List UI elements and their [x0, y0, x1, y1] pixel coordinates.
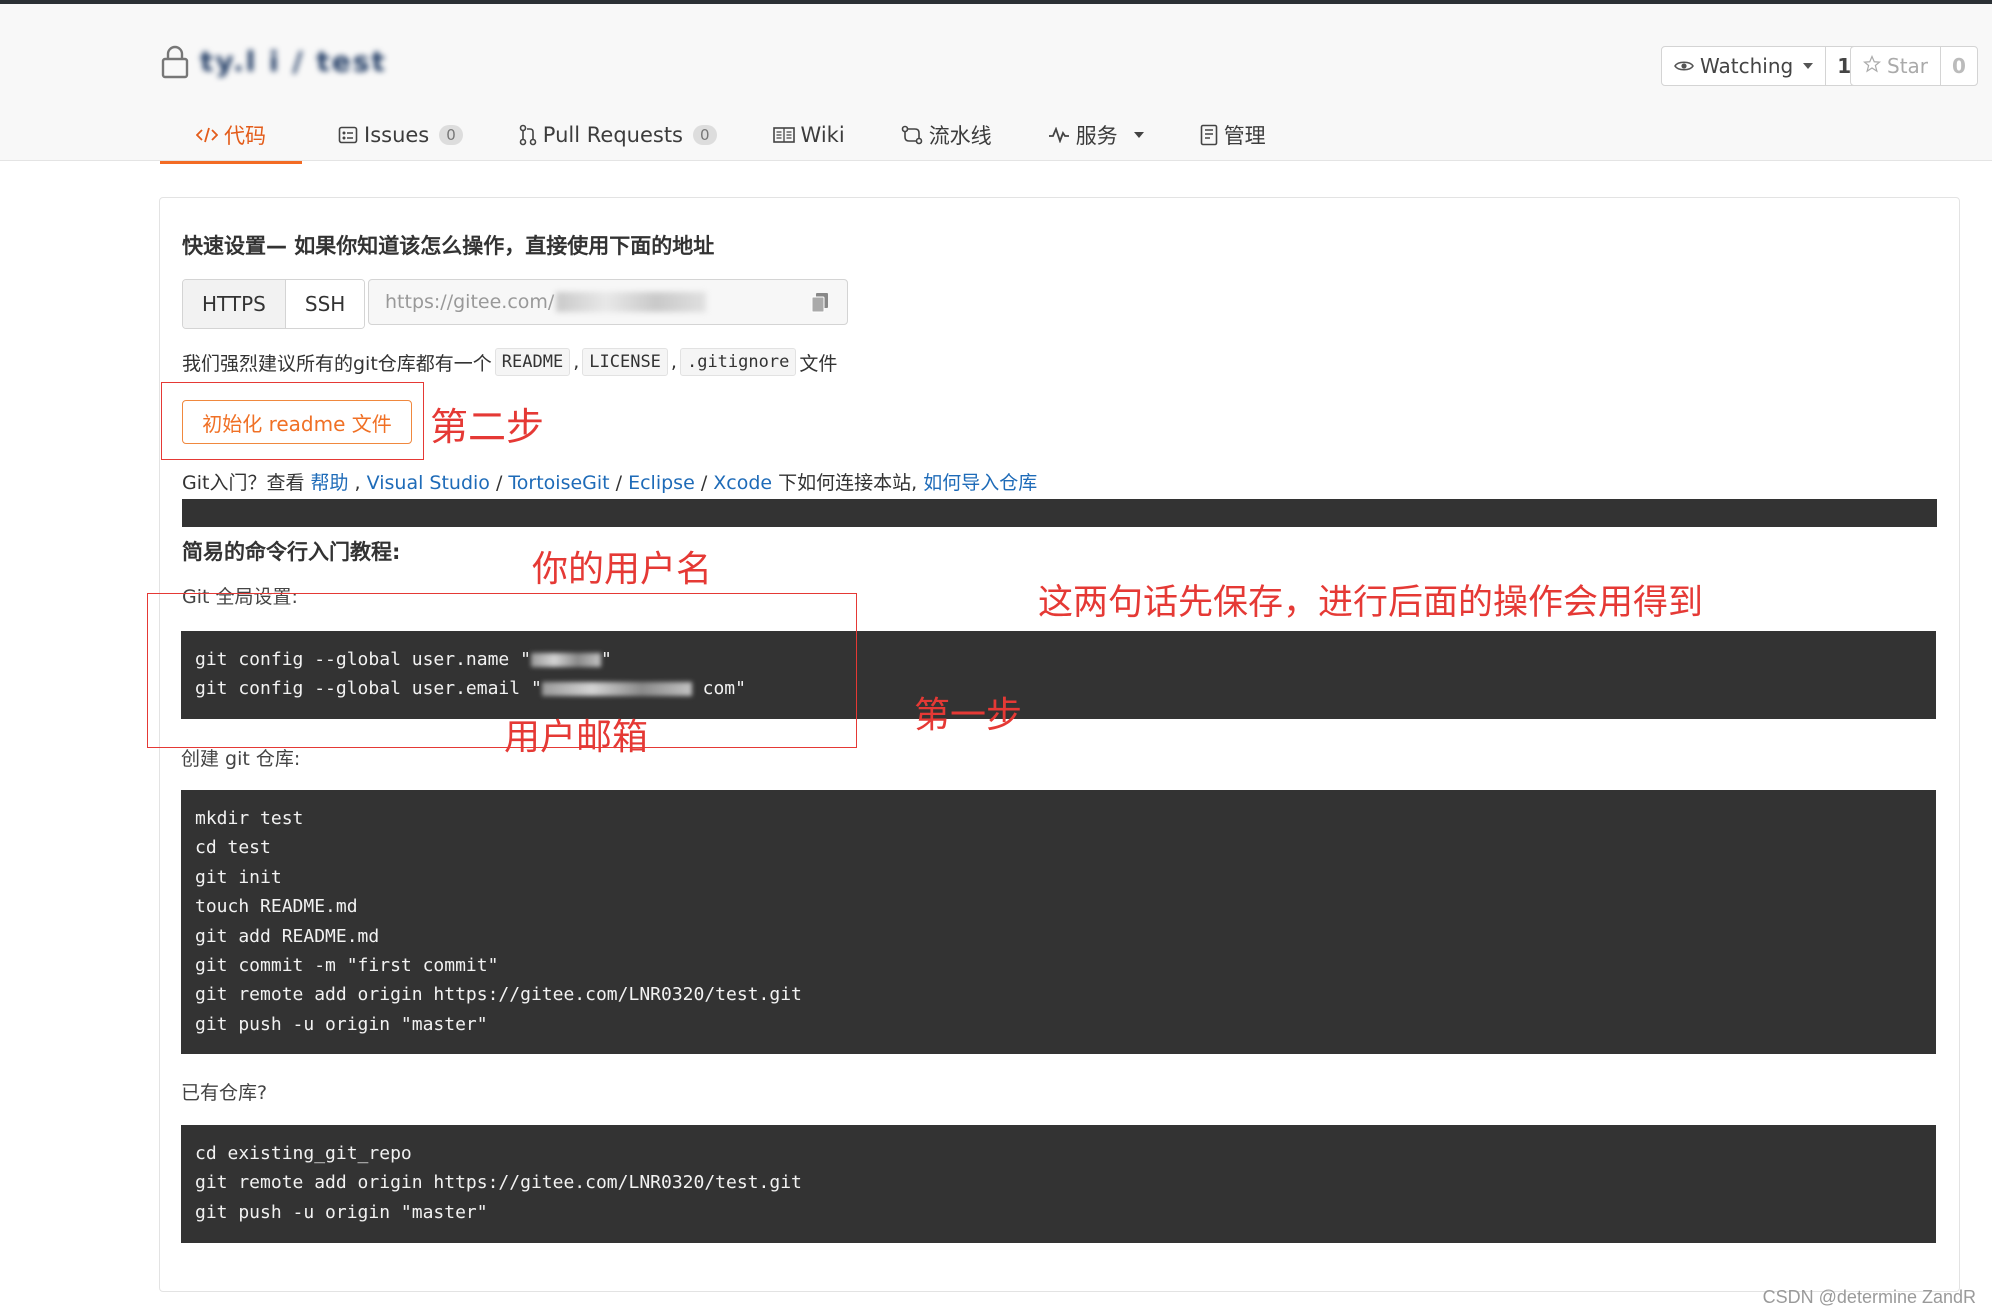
help-link[interactable]: 帮助	[311, 472, 349, 494]
tab-label: Pull Requests	[542, 122, 683, 147]
annotation-box-init-readme	[161, 382, 424, 460]
lock-icon	[160, 44, 190, 80]
annotation-step2: 第二步	[430, 405, 545, 449]
tab-code[interactable]: 代码	[160, 108, 302, 164]
tab-services[interactable]: 服务	[1032, 108, 1160, 161]
eclipse-link[interactable]: Eclipse	[628, 472, 695, 494]
annotation-email: 用户邮箱	[504, 717, 649, 758]
tab-issues[interactable]: Issues 0	[322, 108, 479, 161]
annotation-box-global-config	[147, 593, 857, 748]
tab-pull-requests[interactable]: Pull Requests 0	[503, 108, 733, 161]
watch-button[interactable]: Watching	[1662, 47, 1825, 85]
tab-manage[interactable]: 管理	[1184, 108, 1282, 161]
code-line: git add README.md	[195, 925, 380, 947]
tab-label: Wiki	[800, 122, 845, 147]
help-prefix: Git入门？查看	[182, 472, 305, 494]
tortoisegit-link[interactable]: TortoiseGit	[508, 472, 609, 494]
code-line: git push -u origin "master"	[195, 1201, 488, 1223]
code-line: mkdir test	[195, 808, 304, 829]
pipeline-icon	[901, 125, 923, 145]
watch-button-group[interactable]: Watching 1	[1661, 46, 1864, 86]
repo-tabs: 代码 Issues 0 Pull Requests 0 Wiki 流水线 服务 …	[160, 108, 1306, 164]
repo-header: ty.l i / test Watching 1 Star 0 代码 Issue…	[0, 4, 1992, 164]
clone-url-redacted	[556, 292, 707, 312]
code-line: cd existing_git_repo	[195, 1143, 412, 1164]
code-line: git remote add origin https://gitee.com/…	[195, 984, 802, 1006]
code-line: git init	[195, 866, 282, 888]
tab-label: 代码	[224, 123, 266, 148]
copy-icon[interactable]	[811, 292, 829, 319]
code-line: git remote add origin https://gitee.com/…	[195, 1172, 802, 1194]
pr-count-badge: 0	[693, 124, 717, 145]
tab-label: 流水线	[928, 123, 992, 148]
recommend-suffix: 文件	[799, 352, 838, 375]
code-line: touch README.md	[195, 896, 358, 918]
help-mid: 下如何连接本站,	[778, 472, 918, 494]
star-label: Star	[1887, 54, 1929, 78]
tab-label: 服务	[1075, 123, 1118, 148]
existing-repo-label: 已有仓库?	[181, 1082, 268, 1104]
tab-wiki[interactable]: Wiki	[757, 108, 861, 161]
code-line: git push -u origin "master"	[195, 1013, 488, 1035]
tab-label: 管理	[1223, 123, 1266, 148]
book-icon	[772, 126, 795, 144]
global-config-code	[182, 499, 1937, 527]
repo-title: ty.l i / test	[160, 42, 425, 82]
gitignore-file: .gitignore	[679, 348, 797, 376]
code-line: cd test	[195, 837, 271, 859]
license-file: LICENSE	[582, 348, 668, 376]
chevron-down-icon	[1133, 131, 1144, 138]
recommend-prefix: 我们强烈建议所有的git仓库都有一个	[182, 352, 492, 375]
issues-icon	[338, 125, 358, 145]
repo-name[interactable]: ty.l i / test	[200, 47, 425, 77]
quick-setup-title: 快速设置— 如果你知道该怎么操作，直接使用下面的地址	[182, 234, 715, 258]
readme-file: README	[494, 348, 571, 376]
star-button-group[interactable]: Star 0	[1850, 46, 1978, 86]
protocol-switcher: HTTPS SSH	[182, 279, 366, 329]
help-line: Git入门？查看 帮助 , Visual Studio / TortoiseGi…	[182, 472, 1038, 494]
watch-label: Watching	[1700, 54, 1794, 78]
create-repo-code-block: mkdir test cd test git init touch README…	[181, 790, 1936, 1054]
import-repo-link[interactable]: 如何导入仓库	[923, 472, 1037, 494]
code-icon	[196, 126, 218, 144]
star-button[interactable]: Star	[1851, 47, 1940, 85]
annotation-username: 你的用户名	[532, 549, 713, 590]
recommend-text: 我们强烈建议所有的git仓库都有一个 README , LICENSE , .g…	[182, 348, 837, 376]
annotation-save-note: 这两句话先保存，进行后面的操作会用得到	[1038, 583, 1704, 623]
annotation-step1: 第一步	[914, 695, 1023, 736]
star-icon	[1862, 54, 1882, 78]
watermark: CSDN @determine ZandR	[1762, 1287, 1976, 1307]
issues-count-badge: 0	[439, 124, 463, 145]
tab-label: Issues	[364, 122, 430, 147]
file-separator: ,	[573, 351, 580, 373]
eye-icon	[1674, 54, 1694, 78]
star-count[interactable]: 0	[1940, 47, 1977, 85]
https-button[interactable]: HTTPS	[183, 280, 286, 328]
clone-url-field[interactable]: https://gitee.com/	[368, 279, 848, 325]
code-line: git commit -m "first commit"	[195, 955, 499, 977]
existing-repo-code-block: cd existing_git_repo git remote add orig…	[181, 1125, 1936, 1243]
file-separator: ,	[670, 351, 677, 373]
pull-request-icon	[519, 124, 537, 146]
tab-pipeline[interactable]: 流水线	[885, 108, 1008, 161]
tutorial-title: 简易的命令行入门教程:	[182, 540, 401, 564]
visual-studio-link[interactable]: Visual Studio	[367, 472, 490, 494]
settings-doc-icon	[1200, 124, 1218, 146]
pulse-icon	[1048, 126, 1070, 143]
chevron-down-icon	[1803, 63, 1814, 69]
create-repo-label: 创建 git 仓库:	[181, 748, 301, 770]
clone-url-text: https://gitee.com/	[385, 291, 555, 313]
ssh-button[interactable]: SSH	[285, 280, 365, 328]
xcode-link[interactable]: Xcode	[713, 472, 772, 494]
